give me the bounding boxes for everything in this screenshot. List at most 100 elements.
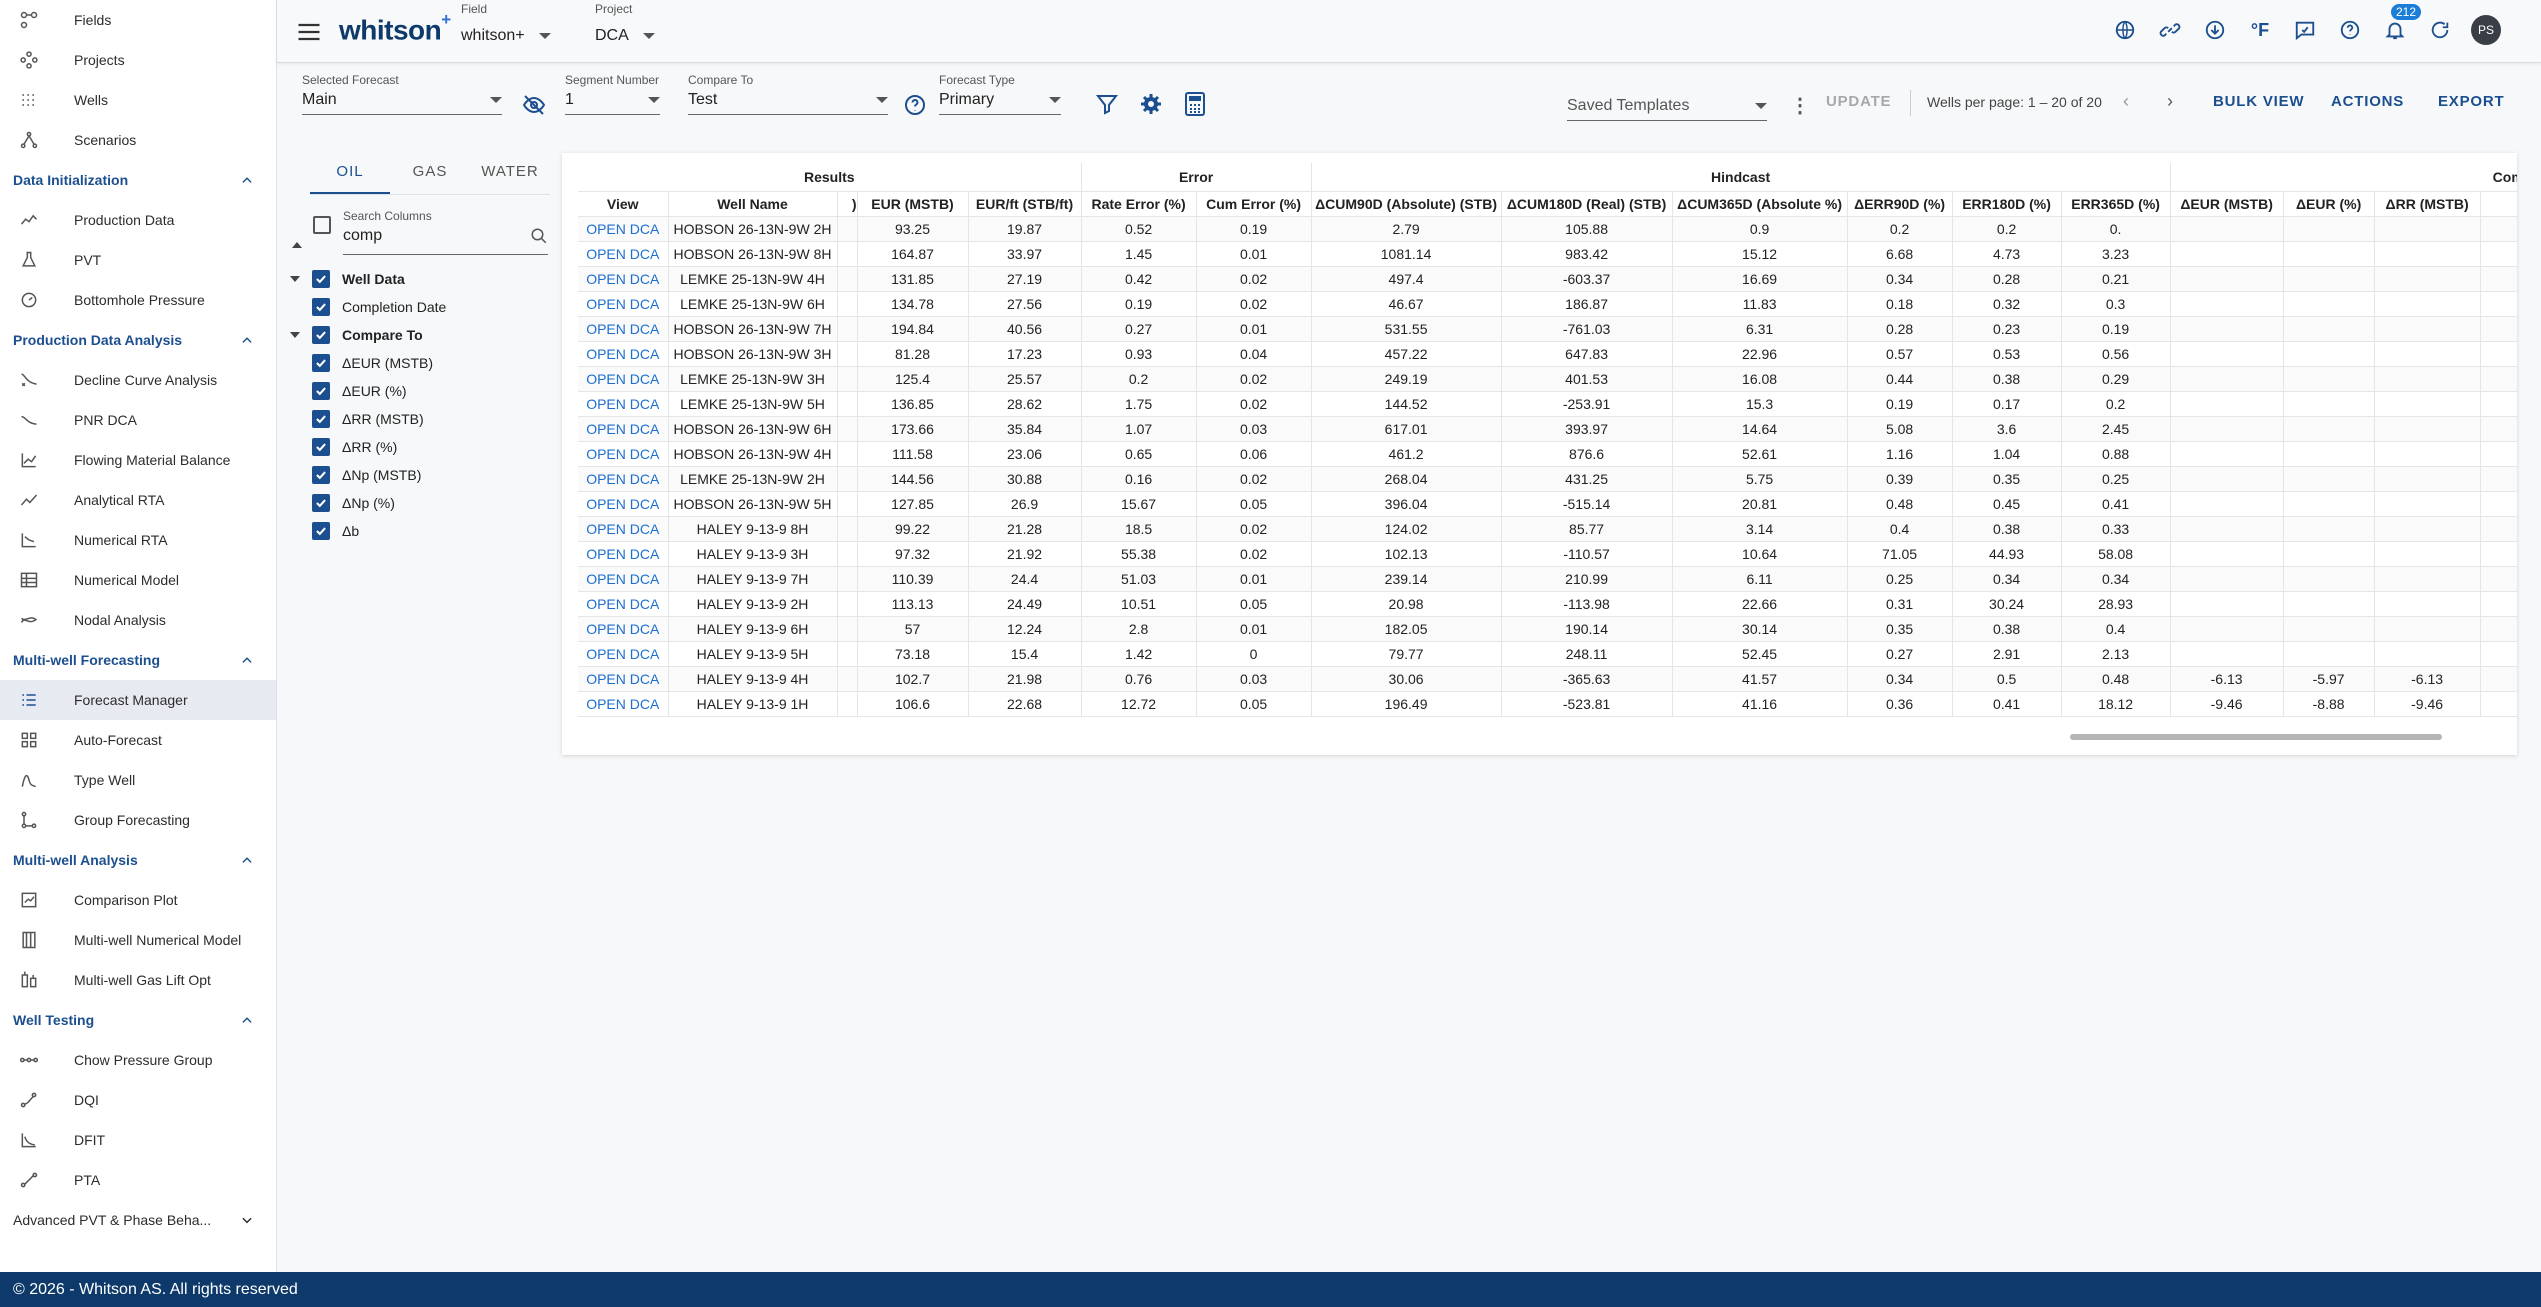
column-header[interactable]: Cum Error (%)	[1196, 191, 1312, 217]
sidebar-item-dfit[interactable]: DFIT	[0, 1120, 276, 1160]
sidebar-item-chow-pressure-group[interactable]: Chow Pressure Group	[0, 1040, 276, 1080]
compare-to-select[interactable]: Compare To Test	[688, 73, 888, 115]
sidebar-item-dqi[interactable]: DQI	[0, 1080, 276, 1120]
sidebar-item-multi-well-gas-lift-opt[interactable]: Multi-well Gas Lift Opt	[0, 960, 276, 1000]
sidebar-item-wells[interactable]: Wells	[0, 80, 276, 120]
column-checkbox[interactable]	[312, 466, 330, 484]
expand-icon[interactable]	[290, 276, 300, 282]
globe-icon[interactable]	[2111, 16, 2139, 44]
column-header[interactable]: EUR (MSTB)	[857, 191, 969, 217]
column-header[interactable]: ΔCUM90D (Absolute) (STB)	[1311, 191, 1502, 217]
open-dca-link[interactable]: OPEN DCA	[578, 241, 669, 267]
open-dca-link[interactable]: OPEN DCA	[578, 466, 669, 492]
open-dca-link[interactable]: OPEN DCA	[578, 291, 669, 317]
open-dca-link[interactable]: OPEN DCA	[578, 316, 669, 342]
column-header[interactable]: ΔRR (MSTB)	[2374, 191, 2481, 217]
column-checkbox[interactable]	[312, 494, 330, 512]
open-dca-link[interactable]: OPEN DCA	[578, 591, 669, 617]
segment-number-select[interactable]: Segment Number 1	[565, 73, 660, 115]
calculator-icon[interactable]	[1184, 92, 1206, 121]
column-header[interactable]: ERR365D (%)	[2061, 191, 2171, 217]
sidebar-item-pvt[interactable]: PVT	[0, 240, 276, 280]
sidebar-item-analytical-rta[interactable]: Analytical RTA	[0, 480, 276, 520]
sidebar-item-multi-well-numerical-model[interactable]: Multi-well Numerical Model	[0, 920, 276, 960]
tab-gas[interactable]: GAS	[390, 153, 470, 194]
notifications-icon[interactable]: 212	[2381, 4, 2422, 44]
column-header[interactable]: ERR180D (%)	[1952, 191, 2062, 217]
help-icon[interactable]	[2336, 16, 2364, 44]
open-dca-link[interactable]: OPEN DCA	[578, 641, 669, 667]
previous-page-icon[interactable]: ‹	[2123, 91, 2129, 112]
column-header[interactable]: ΔERR90D (%)	[1847, 191, 1953, 217]
sidebar-item-numerical-rta[interactable]: Numerical RTA	[0, 520, 276, 560]
select-all-checkbox[interactable]	[313, 216, 343, 239]
sidebar-item-numerical-model[interactable]: Numerical Model	[0, 560, 276, 600]
open-dca-link[interactable]: OPEN DCA	[578, 216, 669, 242]
open-dca-link[interactable]: OPEN DCA	[578, 341, 669, 367]
export-button[interactable]: EXPORT	[2438, 93, 2504, 110]
settings-gear-icon[interactable]	[1139, 92, 1163, 121]
open-dca-link[interactable]: OPEN DCA	[578, 566, 669, 592]
column-header[interactable]: ΔEUR (%)	[2283, 191, 2375, 217]
sidebar-section-header[interactable]: Multi-well Forecasting	[0, 640, 276, 680]
project-selector[interactable]: Project DCA	[595, 2, 655, 45]
filter-icon[interactable]	[1095, 92, 1119, 121]
group-checkbox[interactable]	[312, 270, 330, 288]
sidebar-item-projects[interactable]: Projects	[0, 40, 276, 80]
sidebar-item-nodal-analysis[interactable]: Nodal Analysis	[0, 600, 276, 640]
sidebar-item-auto-forecast[interactable]: Auto-Forecast	[0, 720, 276, 760]
open-dca-link[interactable]: OPEN DCA	[578, 266, 669, 292]
sidebar-section-header[interactable]: Well Testing	[0, 1000, 276, 1040]
app-logo[interactable]: whitson+	[339, 10, 451, 46]
expand-icon[interactable]	[290, 332, 300, 338]
column-header[interactable]: EUR/ft (STB/ft)	[968, 191, 1082, 217]
column-checkbox[interactable]	[312, 522, 330, 540]
open-dca-link[interactable]: OPEN DCA	[578, 491, 669, 517]
horizontal-scrollbar[interactable]	[2070, 734, 2442, 740]
next-page-icon[interactable]: ›	[2167, 91, 2173, 112]
update-button[interactable]: UPDATE	[1826, 93, 1891, 110]
hide-icon[interactable]	[522, 93, 546, 122]
open-dca-link[interactable]: OPEN DCA	[578, 516, 669, 542]
sidebar-item-fields[interactable]: Fields	[0, 0, 276, 40]
tab-water[interactable]: WATER	[470, 153, 550, 194]
field-selector[interactable]: Field whitson+	[461, 2, 551, 45]
column-checkbox[interactable]	[312, 410, 330, 428]
link-icon[interactable]	[2156, 16, 2184, 44]
sidebar-item-type-well[interactable]: Type Well	[0, 760, 276, 800]
open-dca-link[interactable]: OPEN DCA	[578, 666, 669, 692]
sidebar-item-forecast-manager[interactable]: Forecast Manager	[0, 680, 276, 720]
sidebar-section-header[interactable]: Advanced PVT & Phase Beha...	[0, 1200, 276, 1240]
open-dca-link[interactable]: OPEN DCA	[578, 691, 669, 717]
sidebar-item-group-forecasting[interactable]: Group Forecasting	[0, 800, 276, 840]
column-checkbox[interactable]	[312, 354, 330, 372]
open-dca-link[interactable]: OPEN DCA	[578, 541, 669, 567]
actions-button[interactable]: ACTIONS	[2331, 93, 2404, 110]
bulk-view-button[interactable]: BULK VIEW	[2213, 93, 2304, 110]
open-dca-link[interactable]: OPEN DCA	[578, 441, 669, 467]
avatar[interactable]: PS	[2471, 15, 2501, 45]
menu-icon[interactable]	[295, 18, 323, 46]
sidebar-section-header[interactable]: Multi-well Analysis	[0, 840, 276, 880]
open-dca-link[interactable]: OPEN DCA	[578, 616, 669, 642]
selected-forecast-select[interactable]: Selected Forecast Main	[302, 73, 502, 115]
more-vert-icon[interactable]: ⋮	[1790, 93, 1810, 118]
download-icon[interactable]	[2201, 16, 2229, 44]
feedback-icon[interactable]	[2291, 16, 2319, 44]
sidebar-section-header[interactable]: Data Initialization	[0, 160, 276, 200]
search-icon[interactable]	[530, 227, 548, 250]
sidebar-item-comparison-plot[interactable]: Comparison Plot	[0, 880, 276, 920]
collapse-all-icon[interactable]	[292, 225, 314, 248]
column-header[interactable]: Well Name	[668, 191, 838, 217]
column-header[interactable]: ΔCUM180D (Real) (STB)	[1501, 191, 1673, 217]
saved-templates-select[interactable]: Saved Templates	[1567, 93, 1767, 121]
help-icon[interactable]	[903, 93, 927, 122]
sidebar-item-decline-curve-analysis[interactable]: Decline Curve Analysis	[0, 360, 276, 400]
sidebar-item-pta[interactable]: PTA	[0, 1160, 276, 1200]
sidebar-item-production-data[interactable]: Production Data	[0, 200, 276, 240]
column-checkbox[interactable]	[312, 382, 330, 400]
column-checkbox[interactable]	[312, 298, 330, 316]
column-header[interactable]: View	[578, 191, 669, 217]
sidebar-item-scenarios[interactable]: Scenarios	[0, 120, 276, 160]
sidebar-section-header[interactable]: Production Data Analysis	[0, 320, 276, 360]
